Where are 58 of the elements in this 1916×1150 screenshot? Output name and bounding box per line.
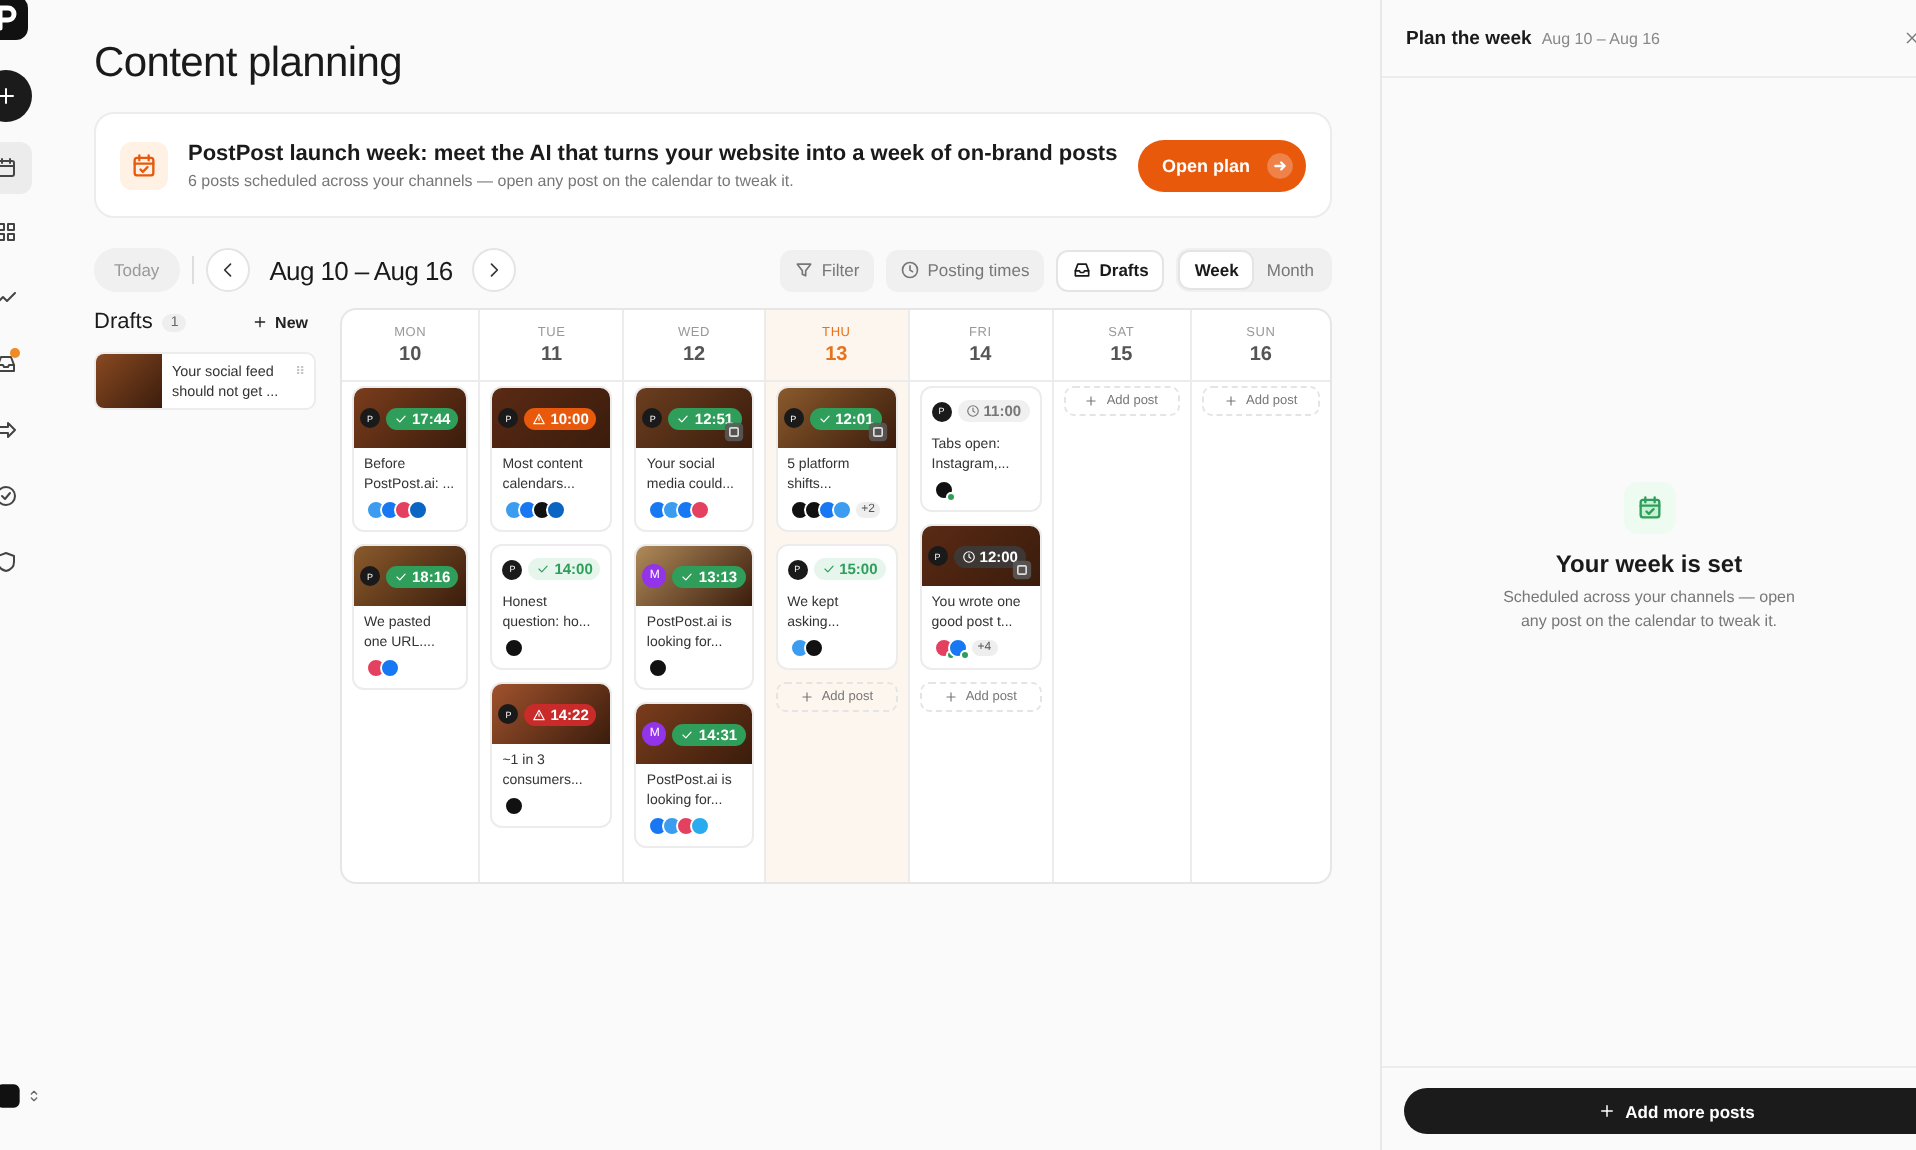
banner-title: PostPost launch week: meet the AI that turns your website into a week of on-brand posts [188, 141, 1118, 165]
plus-icon [1084, 394, 1099, 408]
close-icon [1904, 30, 1916, 46]
empty-state-text: Scheduled across your channels — open any post on the calendar to tweak it. [1501, 586, 1797, 632]
check-icon [817, 411, 832, 425]
grid-icon [0, 220, 18, 244]
filter-icon [793, 260, 814, 280]
shield-icon [0, 550, 18, 574]
new-draft-button[interactable]: New [251, 313, 308, 331]
plus-icon [943, 690, 958, 704]
plus-icon [1224, 394, 1239, 408]
date-number: 12 [682, 343, 706, 365]
date-number: 14 [969, 343, 992, 365]
toolbar-button[interactable]: Drafts [1055, 249, 1165, 291]
date-range: Aug 10 – Aug 16 [267, 255, 455, 285]
workspace-icon [0, 1082, 22, 1110]
check-icon [394, 411, 408, 425]
add-more-posts-button[interactable]: Add more posts [1404, 1088, 1916, 1134]
page-title: Content planning [94, 40, 404, 88]
view-tab[interactable]: Month [1252, 252, 1328, 288]
calendar-check-icon [120, 141, 168, 189]
check-icon [680, 727, 695, 741]
panel-title: Plan the week [1406, 27, 1532, 49]
check-icon [680, 569, 695, 583]
clock-icon [965, 404, 980, 418]
share-icon [0, 418, 18, 442]
warning-icon [532, 707, 547, 721]
chevron-updown-icon [26, 1086, 42, 1106]
date-number: 16 [1249, 343, 1272, 365]
inbox-icon [0, 352, 18, 376]
date-number: 15 [1110, 343, 1133, 365]
arrow-right-icon [1266, 151, 1294, 179]
toolbar-button[interactable]: Posting times [885, 249, 1044, 291]
inbox-icon [1071, 260, 1092, 280]
view-tab[interactable]: Week [1180, 252, 1253, 288]
drafts-title: Drafts [94, 310, 153, 334]
plus-icon [0, 84, 18, 108]
clock-icon [961, 549, 976, 563]
check-icon [676, 411, 691, 425]
empty-state-title: Your week is set [1555, 550, 1743, 578]
calendar-icon [0, 156, 18, 180]
toolbar-button[interactable]: Filter [779, 249, 874, 291]
photo-placeholder [96, 354, 162, 408]
check-icon [536, 562, 551, 576]
date-number: 11 [541, 343, 563, 365]
plus-icon [1597, 1102, 1616, 1120]
clock-icon [899, 260, 920, 280]
open-plan-button[interactable]: Open plan [1137, 139, 1306, 191]
plus-icon [251, 314, 268, 330]
calendar-check-icon [1623, 482, 1675, 534]
check-icon [821, 562, 836, 576]
date-number: 13 [825, 343, 848, 365]
check-icon [394, 569, 408, 583]
panel-date-range: Aug 10 – Aug 16 [1541, 29, 1661, 47]
warning-icon [532, 411, 547, 425]
banner-subtitle: 6 posts scheduled across your channels — open any post on the calendar to tweak it. [188, 171, 796, 189]
date-number: 10 [399, 343, 422, 365]
plus-icon [799, 690, 814, 704]
